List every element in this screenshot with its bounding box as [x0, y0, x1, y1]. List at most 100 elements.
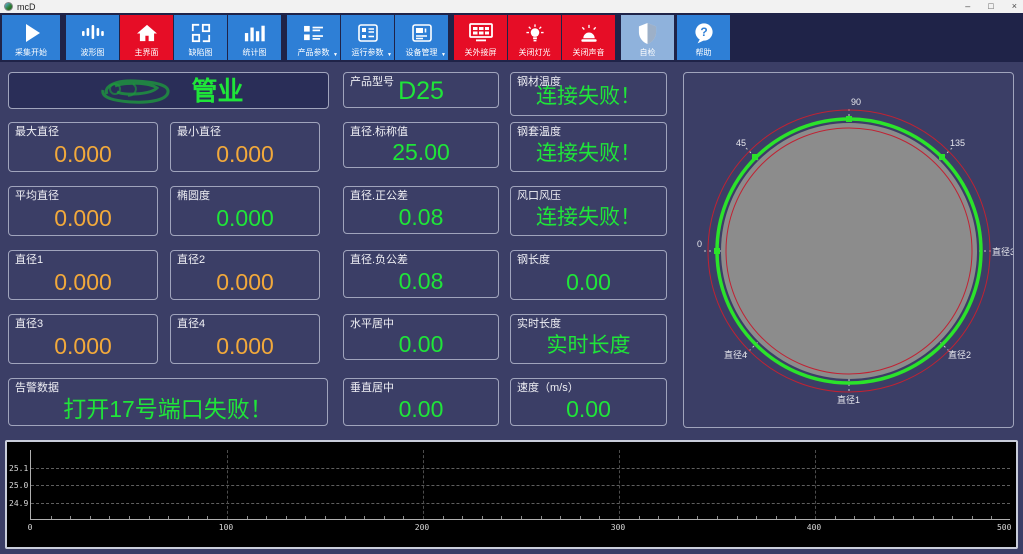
x-gridline	[423, 450, 424, 519]
toolbar-button-lights-off[interactable]: 关闭灯光	[508, 15, 561, 60]
y-gridline	[31, 485, 1010, 486]
panel-value: 连接失败！	[511, 80, 666, 115]
company-logo-scribble	[93, 76, 189, 106]
x-axis-minor-tick	[697, 516, 698, 519]
panel-label: 椭圆度	[171, 187, 319, 202]
x-axis-minor-tick	[835, 516, 836, 519]
gauge-label-45: 45	[736, 138, 746, 148]
list-icon	[303, 19, 324, 47]
panel-neg-tolerance: 直径.负公差 0.08	[343, 250, 499, 298]
x-axis-minor-tick	[286, 516, 287, 519]
x-axis-tick-label: 300	[611, 523, 625, 532]
siren-icon	[578, 19, 600, 47]
panel-avg-diameter: 平均直径 0.000	[8, 186, 158, 236]
x-axis-minor-tick	[541, 516, 542, 519]
toolbar-button-main-screen[interactable]: 主界面	[120, 15, 173, 60]
panel-alarm-data: 告警数据 打开17号端口失败！	[8, 378, 328, 426]
x-axis-minor-tick	[51, 516, 52, 519]
panel-value: 0.000	[9, 138, 157, 171]
svg-text:?: ?	[700, 25, 707, 39]
minimize-button[interactable]: –	[965, 0, 970, 13]
panel-value: 0.08	[344, 266, 498, 297]
panel-label: 平均直径	[9, 187, 157, 202]
x-axis-minor-tick	[678, 516, 679, 519]
panel-air-pressure: 风口风压 连接失败！	[510, 186, 667, 236]
diameter-gauge: 90 45 135 0 直径3 直径2 直径4 直径1	[684, 73, 1013, 427]
toolbar-button-self-check[interactable]: 自检	[621, 15, 674, 60]
x-gridline	[227, 450, 228, 519]
panel-label: 直径.正公差	[344, 187, 498, 202]
maximize-button[interactable]: □	[988, 0, 993, 13]
x-axis-minor-tick	[991, 516, 992, 519]
panel-label: 风口风压	[511, 187, 666, 202]
trend-chart-plot-area	[30, 450, 1010, 520]
x-axis-minor-tick	[247, 516, 248, 519]
panel-value: 连接失败！	[511, 138, 666, 171]
toolbar-button-acquisition-start[interactable]: 采集开始	[2, 15, 60, 60]
panel-label: 最大直径	[9, 123, 157, 138]
close-button[interactable]: ×	[1012, 0, 1017, 13]
x-axis-minor-tick	[933, 516, 934, 519]
x-axis-minor-tick	[70, 516, 71, 519]
toolbar-button-run-params[interactable]: 运行参数 ▼	[341, 15, 394, 60]
panel-value: 实时长度	[511, 330, 666, 363]
x-gridline	[815, 450, 816, 519]
x-axis-minor-tick	[462, 516, 463, 519]
panel-value: 0.000	[171, 202, 319, 235]
trend-chart-panel: 24.925.025.10100200300400500	[5, 440, 1018, 549]
x-axis-minor-tick	[325, 516, 326, 519]
toolbar-button-waveform[interactable]: 波形图	[66, 15, 119, 60]
gauge-label-diameter2: 直径2	[948, 349, 971, 360]
panel-value: 0.000	[171, 266, 319, 299]
toolbar-button-sound-off[interactable]: 关闭声音	[562, 15, 615, 60]
panel-nominal-value: 直径.标称值 25.00	[343, 122, 499, 168]
panel-value: 打开17号端口失败！	[9, 394, 327, 425]
gauge-label-diameter3: 直径3	[992, 246, 1013, 257]
panel-label: 告警数据	[9, 379, 327, 394]
panel-label: 直径2	[171, 251, 319, 266]
x-axis-minor-tick	[893, 516, 894, 519]
x-axis-minor-tick	[776, 516, 777, 519]
panel-value: 0.000	[171, 138, 319, 171]
toolbar-button-product-params[interactable]: 产品参数 ▼	[287, 15, 340, 60]
waveform-icon	[81, 19, 105, 47]
bulb-icon	[524, 19, 546, 47]
toolbar-button-defect-view[interactable]: 缺陷图	[174, 15, 227, 60]
panel-label: 直径.标称值	[344, 123, 498, 138]
panel-value: 连接失败！	[511, 202, 666, 235]
play-icon	[19, 19, 43, 47]
panel-diameter3: 直径3 0.000	[8, 314, 158, 364]
toolbar-button-device-management[interactable]: 设备管理 ▼	[395, 15, 448, 60]
bar-chart-icon	[244, 19, 266, 47]
x-axis-minor-tick	[560, 516, 561, 519]
window-title: mcD	[17, 2, 36, 12]
y-axis-tick-label: 24.9	[9, 499, 28, 508]
x-axis-minor-tick	[580, 516, 581, 519]
diameter-gauge-panel: 90 45 135 0 直径3 直径2 直径4 直径1	[683, 72, 1014, 428]
x-axis-minor-tick	[501, 516, 502, 519]
x-axis-minor-tick	[364, 516, 365, 519]
x-axis-minor-tick	[149, 516, 150, 519]
chevron-down-icon: ▼	[441, 52, 446, 58]
panel-value: 0.08	[344, 202, 498, 233]
x-axis-minor-tick	[266, 516, 267, 519]
panel-value: 0.000	[171, 330, 319, 363]
panel-value: 0.00	[511, 394, 666, 425]
x-axis-tick-label: 0	[28, 523, 33, 532]
x-axis-minor-tick	[599, 516, 600, 519]
toolbar-button-external-screen-off[interactable]: 关外接屏	[454, 15, 507, 60]
panel-realtime-length: 实时长度 实时长度	[510, 314, 667, 364]
x-axis-minor-tick	[972, 516, 973, 519]
x-axis-tick-label: 100	[219, 523, 233, 532]
help-icon: ?	[693, 19, 715, 47]
panel-label: 直径3	[9, 315, 157, 330]
panel-label: 水平居中	[344, 315, 498, 330]
toolbar-button-help[interactable]: ? 帮助	[677, 15, 730, 60]
panel-horizontal-centering: 水平居中 0.00	[343, 314, 499, 360]
panel-steel-temp: 钢材温度 连接失败！	[510, 72, 667, 116]
x-axis-minor-tick	[345, 516, 346, 519]
toolbar-button-statistics[interactable]: 统计图	[228, 15, 281, 60]
gauge-fill-circle	[721, 123, 977, 379]
panel-label: 实时长度	[511, 315, 666, 330]
x-axis-minor-tick	[795, 516, 796, 519]
